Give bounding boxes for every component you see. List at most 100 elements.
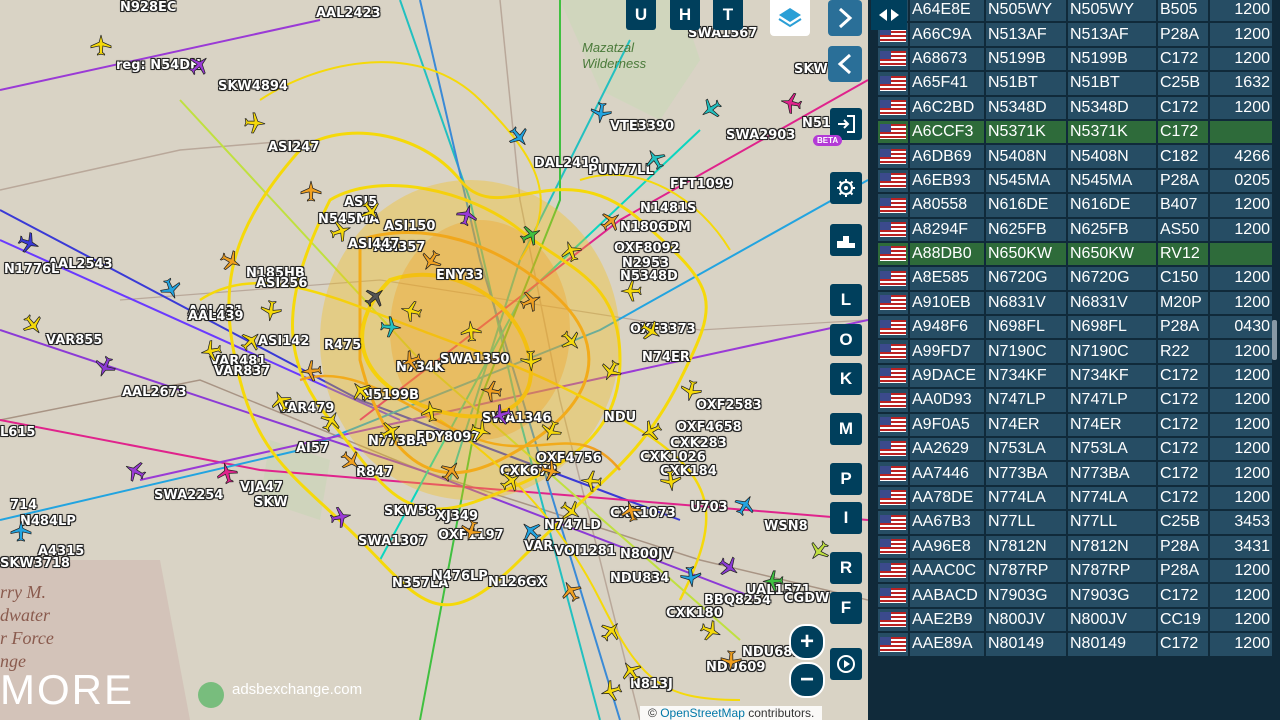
toggle-f-button[interactable]: F xyxy=(830,592,862,624)
aircraft-marker-icon[interactable] xyxy=(761,569,784,592)
aircraft-label[interactable]: SWA1307 xyxy=(358,534,427,549)
table-row[interactable]: A8294F N625FB N625FB AS50 1200 xyxy=(878,218,1272,241)
toggle-p-button[interactable]: P xyxy=(830,463,862,495)
toggle-k-button[interactable]: K xyxy=(830,363,862,395)
aircraft-marker-icon[interactable] xyxy=(90,34,112,56)
table-row[interactable]: AAAC0C N787RP N787RP P28A 1200 xyxy=(878,559,1272,583)
aircraft-label[interactable]: N1481S xyxy=(640,201,696,216)
toggle-o-button[interactable]: O xyxy=(830,324,862,356)
table-row[interactable]: A9F0A5 N74ER N74ER C172 1200 xyxy=(878,413,1272,437)
aircraft-label[interactable]: ASI247 xyxy=(268,140,319,155)
table-row[interactable]: AAE2B9 N800JV N800JV CC19 1200 xyxy=(878,608,1272,632)
layers-button[interactable] xyxy=(770,0,810,36)
aircraft-marker-icon[interactable] xyxy=(778,90,804,116)
table-row[interactable]: A80558 N616DE N616DE B407 1200 xyxy=(878,194,1272,217)
aircraft-label[interactable]: CXK180 xyxy=(666,606,723,621)
aircraft-label[interactable]: U703 xyxy=(690,500,728,515)
aircraft-marker-icon[interactable] xyxy=(478,378,503,403)
aircraft-label[interactable]: VTE3390 xyxy=(610,119,674,134)
aircraft-label[interactable]: OXF2583 xyxy=(696,398,762,413)
aircraft-label[interactable]: SKW3718 xyxy=(0,556,70,571)
aircraft-label[interactable]: ASI256 xyxy=(256,276,307,291)
table-row[interactable]: A6DB69 N5408N N5408N C182 4266 xyxy=(878,145,1272,168)
next-button[interactable] xyxy=(828,0,862,36)
aircraft-marker-icon[interactable] xyxy=(259,299,284,324)
table-row[interactable]: A948F6 N698FL N698FL P28A 0430 xyxy=(878,316,1272,339)
table-row[interactable]: A8E585 N6720G N6720G C150 1200 xyxy=(878,267,1272,290)
table-row[interactable]: AA7446 N773BA N773BA C172 1200 xyxy=(878,462,1272,485)
aircraft-label[interactable]: AAL2423 xyxy=(316,6,381,21)
osm-link[interactable]: OpenStreetMap xyxy=(660,706,745,720)
aircraft-label[interactable]: CXK1026 xyxy=(640,450,706,465)
aircraft-marker-icon[interactable] xyxy=(418,398,443,423)
aircraft-marker-icon[interactable] xyxy=(538,458,564,484)
zoom-out-button[interactable]: − xyxy=(789,662,825,698)
aircraft-label[interactable]: SWA2903 xyxy=(726,128,795,143)
aircraft-marker-icon[interactable] xyxy=(719,649,742,672)
aircraft-label[interactable]: ASI447 xyxy=(348,237,399,252)
aircraft-label[interactable]: CGDW xyxy=(784,591,829,606)
aircraft-label[interactable]: L615 xyxy=(0,425,35,440)
aircraft-label[interactable]: N126GX xyxy=(488,575,547,590)
aircraft-marker-icon[interactable] xyxy=(300,180,322,202)
aircraft-label[interactable]: CXK283 xyxy=(670,436,727,451)
aircraft-label[interactable]: AI57 xyxy=(296,441,329,456)
zoom-in-button[interactable]: + xyxy=(789,624,825,660)
aircraft-label[interactable]: N800JV xyxy=(620,547,673,562)
settings-button[interactable] xyxy=(830,172,862,204)
aircraft-label[interactable]: SKW4894 xyxy=(218,79,288,94)
table-row[interactable]: AAE89A N80149 N80149 C172 1200 xyxy=(878,633,1272,656)
table-row[interactable]: AA2629 N753LA N753LA C172 1200 xyxy=(878,438,1272,461)
aircraft-label[interactable]: SKW58 xyxy=(384,504,436,519)
table-row[interactable]: A9DACE N734KF N734KF C172 1200 xyxy=(878,364,1272,388)
aircraft-label[interactable]: VAR837 xyxy=(214,364,270,379)
aircraft-label[interactable]: N51 xyxy=(802,116,831,131)
scrollbar[interactable] xyxy=(1272,320,1277,360)
aircraft-marker-icon[interactable] xyxy=(589,101,614,126)
table-row[interactable]: A66C9A N513AF N513AF P28A 1200 xyxy=(878,23,1272,46)
aircraft-label[interactable]: N928EC xyxy=(120,0,176,15)
aircraft-label[interactable]: SKW xyxy=(794,62,828,77)
aircraft-label[interactable]: AAL2673 xyxy=(122,385,187,400)
aircraft-label[interactable]: SWA1350 xyxy=(440,352,509,367)
aircraft-marker-icon[interactable] xyxy=(520,350,543,373)
aircraft-marker-icon[interactable] xyxy=(299,359,323,383)
table-row[interactable]: A99FD7 N7190C N7190C R22 1200 xyxy=(878,340,1272,363)
table-row[interactable]: A88DB0 N650KW N650KW RV12 xyxy=(878,242,1272,266)
aircraft-label[interactable]: VAR855 xyxy=(46,333,102,348)
table-row[interactable]: AA78DE N774LA N774LA C172 1200 xyxy=(878,486,1272,510)
aircraft-marker-icon[interactable] xyxy=(198,338,224,364)
previous-button[interactable] xyxy=(828,46,862,82)
aircraft-marker-icon[interactable] xyxy=(579,469,602,492)
table-row[interactable]: A64E8E N505WY N505WY B505 1200 xyxy=(878,0,1272,22)
aircraft-label[interactable]: R847 xyxy=(356,465,393,480)
aircraft-label[interactable]: N1776L xyxy=(4,262,59,277)
aircraft-label[interactable]: VOI1281 xyxy=(554,544,616,559)
aircraft-marker-icon[interactable] xyxy=(10,520,32,542)
table-row[interactable]: A6CCF3 N5371K N5371K C172 xyxy=(878,120,1272,144)
aircraft-label[interactable]: 714 xyxy=(10,498,37,513)
map-view[interactable]: Mazatzal Wilderness rry M. dwater r Force… xyxy=(0,0,868,720)
aircraft-marker-icon[interactable] xyxy=(620,280,642,302)
toggle-h-button[interactable]: H xyxy=(670,0,700,30)
aircraft-label[interactable]: SKW xyxy=(254,495,288,510)
aircraft-label[interactable]: FFT1099 xyxy=(670,177,733,192)
table-row[interactable]: AA67B3 N77LL N77LL C25B 3453 xyxy=(878,511,1272,534)
rankings-button[interactable] xyxy=(830,224,862,256)
toggle-l-button[interactable]: L xyxy=(830,284,862,316)
aircraft-marker-icon[interactable] xyxy=(328,504,354,530)
table-row[interactable]: AABACD N7903G N7903G C172 1200 xyxy=(878,584,1272,607)
aircraft-label[interactable]: AAL439 xyxy=(188,309,244,324)
aircraft-label[interactable]: R475 xyxy=(324,338,361,353)
aircraft-marker-icon[interactable] xyxy=(243,111,266,134)
aircraft-label[interactable]: ASI150 xyxy=(384,219,435,234)
aircraft-label[interactable]: ENY33 xyxy=(436,268,483,283)
aircraft-label[interactable]: OXF4658 xyxy=(676,420,742,435)
aircraft-label[interactable]: NDU xyxy=(604,410,636,425)
aircraft-label[interactable]: N74ER xyxy=(642,350,690,365)
table-row[interactable]: A910EB N6831V N6831V M20P 1200 xyxy=(878,291,1272,315)
toggle-r-button[interactable]: R xyxy=(830,552,862,584)
aircraft-label[interactable]: N1806DM xyxy=(620,220,691,235)
table-row[interactable]: A6C2BD N5348D N5348D C172 1200 xyxy=(878,96,1272,119)
table-row[interactable]: A65F41 N51BT N51BT C25B 1632 xyxy=(878,72,1272,95)
